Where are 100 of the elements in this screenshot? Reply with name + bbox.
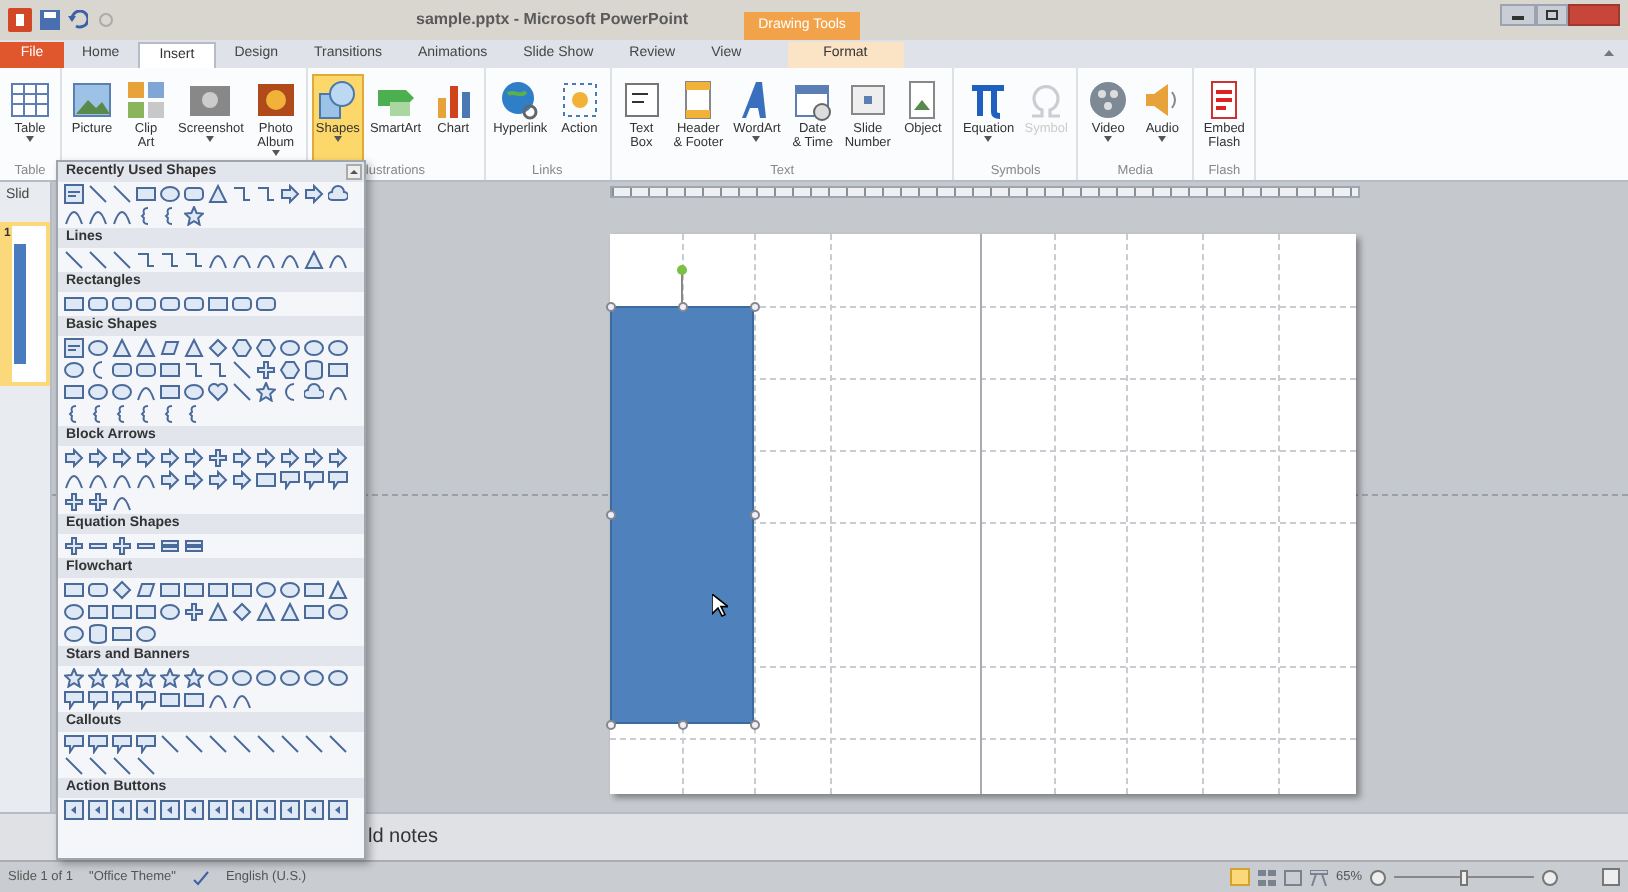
line-icon[interactable] <box>280 734 300 754</box>
resize-handle[interactable] <box>606 720 616 730</box>
line-icon[interactable] <box>64 250 84 270</box>
line-icon[interactable] <box>112 756 132 776</box>
action-button-icon[interactable] <box>208 800 228 820</box>
star-icon[interactable] <box>88 668 108 688</box>
resize-handle[interactable] <box>678 720 688 730</box>
triangle-icon[interactable] <box>304 250 324 270</box>
rectangle-icon[interactable] <box>256 470 276 490</box>
line-icon[interactable] <box>256 734 276 754</box>
line-icon[interactable] <box>88 756 108 776</box>
resize-handle[interactable] <box>606 510 616 520</box>
rotation-handle[interactable] <box>676 264 688 306</box>
rectangle-icon[interactable] <box>64 382 84 402</box>
line-icon[interactable] <box>232 360 252 380</box>
line-icon[interactable] <box>88 184 108 204</box>
action-button-icon[interactable] <box>304 800 324 820</box>
resize-handle[interactable] <box>750 720 760 730</box>
star-icon[interactable] <box>184 206 204 226</box>
star-icon[interactable] <box>184 668 204 688</box>
line-icon[interactable] <box>112 250 132 270</box>
line-icon[interactable] <box>232 734 252 754</box>
line-icon[interactable] <box>328 734 348 754</box>
line-icon[interactable] <box>160 734 180 754</box>
plus-icon[interactable] <box>184 602 204 622</box>
undo-icon[interactable] <box>68 10 88 30</box>
action-button-icon[interactable] <box>88 800 108 820</box>
action-button-icon[interactable] <box>136 800 156 820</box>
text-box-icon[interactable] <box>64 338 84 358</box>
action-button-icon[interactable] <box>112 800 132 820</box>
maximize-button[interactable] <box>1536 4 1568 26</box>
help-icon[interactable] <box>1602 46 1616 60</box>
resize-handle[interactable] <box>750 510 760 520</box>
cloud-icon[interactable] <box>328 184 348 204</box>
line-icon[interactable] <box>64 756 84 776</box>
cylinder-icon[interactable] <box>304 360 324 380</box>
oval-icon[interactable] <box>184 382 204 402</box>
resize-handle[interactable] <box>750 302 760 312</box>
triangle-icon[interactable] <box>208 184 228 204</box>
cylinder-icon[interactable] <box>88 624 108 644</box>
zoom-out-button[interactable] <box>1370 869 1386 885</box>
plus-icon[interactable] <box>88 492 108 512</box>
oval-icon[interactable] <box>160 184 180 204</box>
curve-icon[interactable] <box>328 382 348 402</box>
line-icon[interactable] <box>304 734 324 754</box>
triangle-icon[interactable] <box>328 580 348 600</box>
rectangle-icon[interactable] <box>208 294 228 314</box>
plus-icon[interactable] <box>64 492 84 512</box>
line-icon[interactable] <box>184 734 204 754</box>
star-icon[interactable] <box>112 668 132 688</box>
triangle-icon[interactable] <box>184 338 204 358</box>
rounded-rectangle-icon[interactable] <box>184 184 204 204</box>
plus-icon[interactable] <box>256 360 276 380</box>
moon-icon[interactable] <box>88 360 108 380</box>
zoom-slider[interactable] <box>1394 869 1534 885</box>
plus-icon[interactable] <box>112 536 132 556</box>
table-icon <box>8 78 52 122</box>
diamond-icon[interactable] <box>232 602 252 622</box>
curve-icon[interactable] <box>136 382 156 402</box>
action-button-icon[interactable] <box>160 800 180 820</box>
line-icon[interactable] <box>136 756 156 776</box>
moon-icon[interactable] <box>280 382 300 402</box>
star-icon[interactable] <box>64 668 84 688</box>
action-button-icon[interactable] <box>64 800 84 820</box>
heart-icon[interactable] <box>208 382 228 402</box>
action-button-icon[interactable] <box>232 800 252 820</box>
star-icon[interactable] <box>160 668 180 688</box>
equals-icon[interactable] <box>184 536 204 556</box>
rectangle-icon[interactable] <box>328 360 348 380</box>
fit-to-window-button[interactable] <box>1602 868 1620 886</box>
action-button-icon[interactable] <box>280 800 300 820</box>
line-icon[interactable] <box>232 382 252 402</box>
line-icon[interactable] <box>88 250 108 270</box>
scroll-up-icon[interactable] <box>346 164 362 180</box>
star-icon[interactable] <box>136 668 156 688</box>
cloud-icon[interactable] <box>304 382 324 402</box>
curve-icon[interactable] <box>328 250 348 270</box>
plus-icon[interactable] <box>64 536 84 556</box>
plus-icon[interactable] <box>208 448 228 468</box>
rectangle-icon[interactable] <box>64 294 84 314</box>
triangle-icon[interactable] <box>208 602 228 622</box>
caret-icon <box>206 136 215 142</box>
resize-handle[interactable] <box>606 302 616 312</box>
save-icon[interactable] <box>40 10 60 30</box>
line-icon[interactable] <box>208 734 228 754</box>
oval-icon[interactable] <box>328 602 348 622</box>
action-button-icon[interactable] <box>184 800 204 820</box>
star-icon[interactable] <box>256 382 276 402</box>
spelling-icon[interactable] <box>191 869 210 885</box>
zoom-in-button[interactable] <box>1542 869 1558 885</box>
resize-handle[interactable] <box>678 302 688 312</box>
action-button-icon[interactable] <box>328 800 348 820</box>
equals-icon[interactable] <box>160 536 180 556</box>
rectangle-icon[interactable] <box>136 184 156 204</box>
rounded-rectangle-icon[interactable] <box>88 580 108 600</box>
zoom-slider-thumb[interactable] <box>1460 869 1468 885</box>
text-box-icon[interactable] <box>64 184 84 204</box>
minimize-button[interactable] <box>1500 4 1536 26</box>
action-button-icon[interactable] <box>256 800 276 820</box>
line-icon[interactable] <box>112 184 132 204</box>
